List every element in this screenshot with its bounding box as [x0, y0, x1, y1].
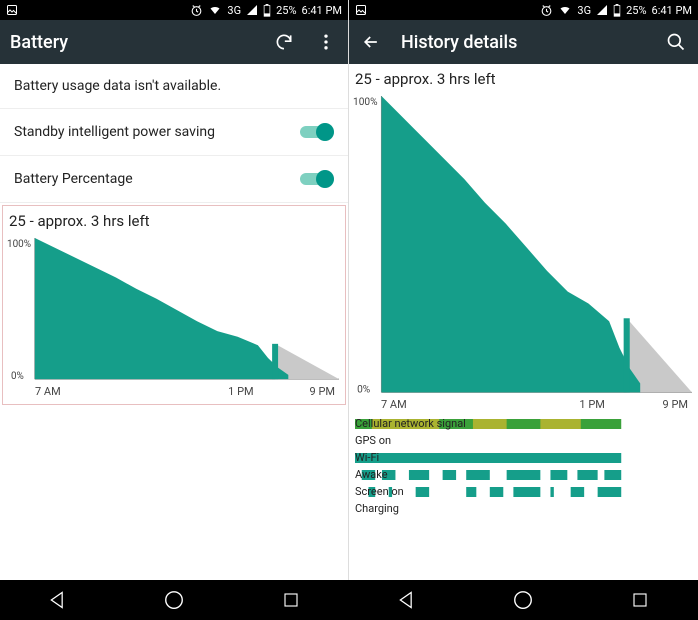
x-tick: 7 AM: [35, 385, 172, 398]
alarm-icon: [540, 4, 553, 17]
screen-history-details: 3G 25% 6:41 PM History details 25 - appr…: [349, 0, 698, 580]
x-axis-ticks: 7 AM 1 PM 9 PM: [351, 396, 696, 415]
signal-icon: [596, 4, 608, 16]
status-bar: 3G 25% 6:41 PM: [349, 0, 698, 20]
x-axis-ticks: 7 AM 1 PM 9 PM: [5, 383, 343, 402]
chart-canvas: 100% 0%: [351, 92, 696, 396]
content: Battery usage data isn't available. Stan…: [0, 64, 348, 580]
image-icon: [6, 4, 18, 16]
search-button[interactable]: [664, 30, 688, 54]
x-tick: 1 PM: [172, 385, 309, 398]
row-label: Battery usage data isn't available.: [14, 78, 334, 94]
battery-pct: 25%: [276, 4, 296, 17]
nav-bar: [349, 580, 698, 620]
x-tick: 1 PM: [522, 398, 663, 411]
content: 25 - approx. 3 hrs left 100% 0% 7 AM 1 P…: [349, 64, 698, 580]
wifi-icon: [558, 4, 572, 16]
strip-awake: Awake: [355, 468, 692, 484]
strip-label: Wi-Fi: [355, 451, 379, 464]
network-label: 3G: [227, 4, 241, 17]
wifi-icon: [208, 4, 222, 16]
page-title: History details: [401, 32, 646, 53]
strip-cellular: Cellular network signal: [355, 417, 692, 433]
strip-label: Awake: [355, 468, 388, 481]
svg-text:0%: 0%: [11, 371, 24, 382]
app-bar: History details: [349, 20, 698, 64]
toggle-percentage[interactable]: [300, 170, 334, 188]
screen-battery: 3G 25% 6:41 PM Battery Battery usage dat…: [0, 0, 349, 580]
strip-gps: GPS on: [355, 434, 692, 450]
row-label: Standby intelligent power saving: [14, 124, 300, 140]
battery-chart-large[interactable]: 25 - approx. 3 hrs left 100% 0% 7 AM 1 P…: [349, 64, 698, 415]
strip-charging: Charging: [355, 502, 692, 518]
chart-title: 25 - approx. 3 hrs left: [5, 212, 343, 234]
row-standby-power-saving[interactable]: Standby intelligent power saving: [0, 109, 348, 156]
battery-icon: [613, 4, 621, 17]
clock: 6:41 PM: [652, 4, 692, 17]
x-tick: 9 PM: [310, 385, 335, 398]
overflow-menu-button[interactable]: [314, 30, 338, 54]
clock: 6:41 PM: [302, 4, 342, 17]
strip-wifi: Wi-Fi: [355, 451, 692, 467]
row-unavailable: Battery usage data isn't available.: [0, 64, 348, 109]
row-battery-percentage[interactable]: Battery Percentage: [0, 156, 348, 203]
chart-canvas: 100% 0%: [5, 234, 343, 383]
strip-label: Cellular network signal: [355, 417, 466, 430]
x-tick: 7 AM: [381, 398, 522, 411]
x-tick: 9 PM: [663, 398, 688, 411]
page-title: Battery: [10, 32, 254, 53]
svg-text:100%: 100%: [353, 97, 378, 108]
nav-recents-button[interactable]: [625, 585, 655, 615]
nav-home-button[interactable]: [159, 585, 189, 615]
row-label: Battery Percentage: [14, 171, 300, 187]
app-bar: Battery: [0, 20, 348, 64]
svg-text:0%: 0%: [357, 384, 370, 395]
strip-label: GPS on: [355, 434, 391, 447]
nav-back-button[interactable]: [392, 585, 422, 615]
alarm-icon: [190, 4, 203, 17]
refresh-button[interactable]: [272, 30, 296, 54]
nav-home-button[interactable]: [508, 585, 538, 615]
strip-label: Screen on: [355, 485, 404, 498]
status-bar: 3G 25% 6:41 PM: [0, 0, 348, 20]
battery-chart[interactable]: 25 - approx. 3 hrs left 100% 0% 7 AM 1 P…: [2, 205, 346, 405]
strip-label: Charging: [355, 502, 399, 515]
network-label: 3G: [577, 4, 591, 17]
back-button[interactable]: [359, 30, 383, 54]
nav-back-button[interactable]: [43, 585, 73, 615]
svg-text:100%: 100%: [7, 239, 31, 250]
nav-bar: [0, 580, 349, 620]
nav-recents-button[interactable]: [276, 585, 306, 615]
usage-strips: Cellular network signal GPS on Wi-Fi Awa…: [349, 415, 698, 519]
signal-icon: [246, 4, 258, 16]
battery-icon: [263, 4, 271, 17]
chart-title: 25 - approx. 3 hrs left: [351, 70, 696, 92]
battery-pct: 25%: [626, 4, 646, 17]
image-icon: [355, 4, 367, 16]
strip-screen-on: Screen on: [355, 485, 692, 501]
toggle-standby[interactable]: [300, 123, 334, 141]
